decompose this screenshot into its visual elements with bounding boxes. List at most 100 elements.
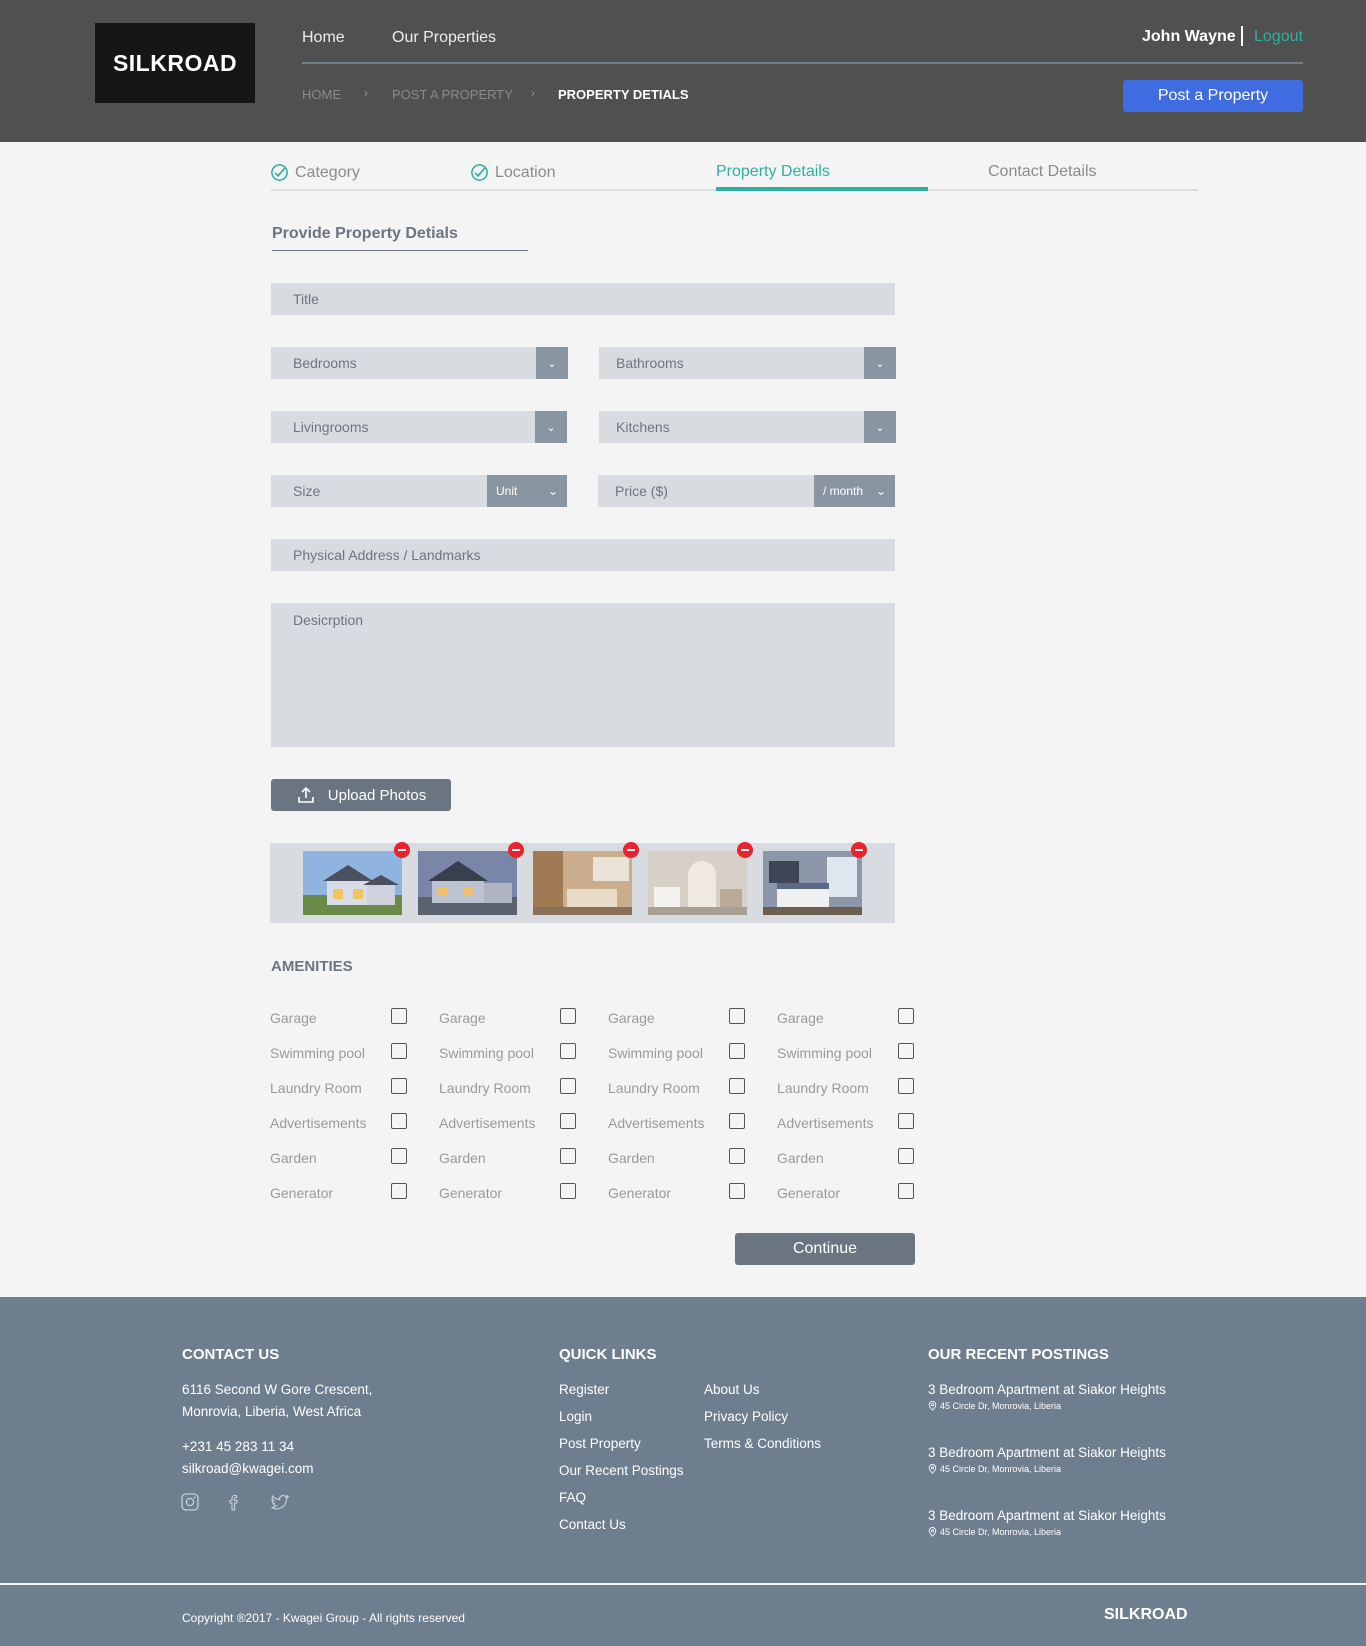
amenity-checkbox[interactable] xyxy=(560,1043,576,1059)
recent-posting-title[interactable]: 3 Bedroom Apartment at Siakor Heights xyxy=(928,1382,1166,1397)
footer-quick-link[interactable]: Login xyxy=(559,1409,592,1424)
amenity-checkbox[interactable] xyxy=(898,1113,914,1129)
upload-photos-button[interactable]: Upload Photos xyxy=(271,779,451,811)
amenity-checkbox[interactable] xyxy=(560,1078,576,1094)
amenity-checkbox[interactable] xyxy=(391,1148,407,1164)
remove-photo-icon[interactable] xyxy=(851,842,867,858)
amenity-checkbox[interactable] xyxy=(391,1183,407,1199)
step-contact-details[interactable]: Contact Details xyxy=(988,163,1097,181)
price-input[interactable]: Price ($) xyxy=(598,475,814,507)
step-label: Property Details xyxy=(716,163,830,180)
remove-photo-icon[interactable] xyxy=(508,842,524,858)
livingrooms-select[interactable]: Livingrooms xyxy=(271,411,536,443)
amenity-checkbox[interactable] xyxy=(898,1008,914,1024)
photo-thumbnail-house-exterior[interactable] xyxy=(418,851,517,915)
twitter-icon[interactable] xyxy=(270,1492,290,1512)
amenity-label: Laundry Room xyxy=(777,1080,869,1096)
chevron-down-icon[interactable]: ⌄ xyxy=(864,411,896,443)
footer-address-line2: Monrovia, Liberia, West Africa xyxy=(182,1404,362,1419)
amenity-checkbox[interactable] xyxy=(560,1148,576,1164)
amenity-checkbox[interactable] xyxy=(391,1078,407,1094)
footer-quick-link[interactable]: Our Recent Postings xyxy=(559,1463,684,1478)
post-property-button[interactable]: Post a Property xyxy=(1123,80,1303,112)
amenity-label: Swimming pool xyxy=(270,1045,365,1061)
footer-quick-link[interactable]: Contact Us xyxy=(559,1517,626,1532)
description-textarea[interactable]: Desicrption xyxy=(271,603,895,747)
amenity-checkbox[interactable] xyxy=(729,1078,745,1094)
recent-posting-location: 45 Circle Dr, Monrovia, Liberia xyxy=(928,1401,1061,1411)
amenity-checkbox[interactable] xyxy=(898,1043,914,1059)
kitchens-select[interactable]: Kitchens xyxy=(599,411,864,443)
amenity-checkbox[interactable] xyxy=(560,1008,576,1024)
size-input[interactable]: Size xyxy=(271,475,487,507)
amenity-checkbox[interactable] xyxy=(560,1113,576,1129)
step-label: Category xyxy=(295,163,360,181)
amenity-checkbox[interactable] xyxy=(391,1043,407,1059)
footer-email[interactable]: silkroad@kwagei.com xyxy=(182,1461,314,1476)
chevron-down-icon: ⌄ xyxy=(547,484,558,498)
unit-select[interactable]: Unit ⌄ xyxy=(487,475,567,507)
bathrooms-select[interactable]: Bathrooms xyxy=(599,347,864,379)
amenity-checkbox[interactable] xyxy=(898,1078,914,1094)
photo-thumbnail-house-exterior[interactable] xyxy=(303,851,402,915)
instagram-icon[interactable] xyxy=(180,1492,200,1512)
nav-home[interactable]: Home xyxy=(302,29,345,47)
address-input[interactable]: Physical Address / Landmarks xyxy=(271,539,895,571)
breadcrumb-chevron-icon: › xyxy=(364,86,368,100)
footer-quick-link[interactable]: Privacy Policy xyxy=(704,1409,788,1424)
map-pin-icon xyxy=(928,1464,937,1474)
photo-thumbnail-bathroom[interactable] xyxy=(648,851,747,915)
footer-quick-link[interactable]: Post Property xyxy=(559,1436,641,1451)
amenity-checkbox[interactable] xyxy=(729,1113,745,1129)
amenity-checkbox[interactable] xyxy=(560,1183,576,1199)
copyright-text: Copyright ®2017 - Kwagei Group - All rig… xyxy=(182,1611,465,1625)
remove-photo-icon[interactable] xyxy=(737,842,753,858)
photo-thumbnail-kitchen[interactable] xyxy=(533,851,632,915)
amenity-label: Advertisements xyxy=(270,1115,367,1131)
amenity-checkbox[interactable] xyxy=(898,1148,914,1164)
chevron-down-icon: ⌄ xyxy=(875,484,886,498)
footer-logo: SILKROAD xyxy=(1104,1606,1188,1623)
footer-quick-link[interactable]: Register xyxy=(559,1382,609,1397)
site-logo[interactable]: SILKROAD xyxy=(95,23,255,103)
remove-photo-icon[interactable] xyxy=(394,842,410,858)
nav-our-properties[interactable]: Our Properties xyxy=(392,29,496,47)
footer-quick-link[interactable]: Terms & Conditions xyxy=(704,1436,821,1451)
breadcrumb-home[interactable]: HOME xyxy=(302,87,341,102)
user-divider xyxy=(1241,26,1243,46)
step-category[interactable]: Category xyxy=(270,163,360,182)
amenity-checkbox[interactable] xyxy=(729,1043,745,1059)
amenity-label: Advertisements xyxy=(777,1115,874,1131)
step-location[interactable]: Location xyxy=(470,163,556,182)
amenity-checkbox[interactable] xyxy=(391,1113,407,1129)
breadcrumb-post-property[interactable]: POST A PROPERTY xyxy=(392,87,513,102)
amenity-checkbox[interactable] xyxy=(729,1183,745,1199)
facebook-icon[interactable] xyxy=(224,1492,244,1512)
recent-posting-title[interactable]: 3 Bedroom Apartment at Siakor Heights xyxy=(928,1508,1166,1523)
logout-link[interactable]: Logout xyxy=(1254,28,1303,46)
amenity-label: Garden xyxy=(270,1150,317,1166)
amenity-label: Garage xyxy=(608,1010,655,1026)
recent-posting-title[interactable]: 3 Bedroom Apartment at Siakor Heights xyxy=(928,1445,1166,1460)
amenity-label: Swimming pool xyxy=(608,1045,703,1061)
footer-quick-link[interactable]: FAQ xyxy=(559,1490,586,1505)
amenity-label: Generator xyxy=(270,1185,334,1201)
step-property-details[interactable]: Property Details xyxy=(716,163,830,181)
continue-button[interactable]: Continue xyxy=(735,1233,915,1265)
footer-quick-link[interactable]: About Us xyxy=(704,1382,760,1397)
amenity-checkbox[interactable] xyxy=(898,1183,914,1199)
amenity-checkbox[interactable] xyxy=(391,1008,407,1024)
amenity-checkbox[interactable] xyxy=(729,1148,745,1164)
user-name: John Wayne xyxy=(1142,28,1236,45)
chevron-down-icon[interactable]: ⌄ xyxy=(535,411,567,443)
chevron-down-icon[interactable]: ⌄ xyxy=(864,347,896,379)
period-select[interactable]: / month ⌄ xyxy=(814,475,895,507)
amenity-checkbox[interactable] xyxy=(729,1008,745,1024)
upload-icon xyxy=(297,786,314,803)
recent-posting-location: 45 Circle Dr, Monrovia, Liberia xyxy=(928,1527,1061,1537)
photo-thumbnail-bedroom[interactable] xyxy=(763,851,862,915)
bedrooms-select[interactable]: Bedrooms xyxy=(271,347,536,379)
chevron-down-icon[interactable]: ⌄ xyxy=(536,347,568,379)
remove-photo-icon[interactable] xyxy=(623,842,639,858)
title-input[interactable]: Title xyxy=(271,283,895,315)
